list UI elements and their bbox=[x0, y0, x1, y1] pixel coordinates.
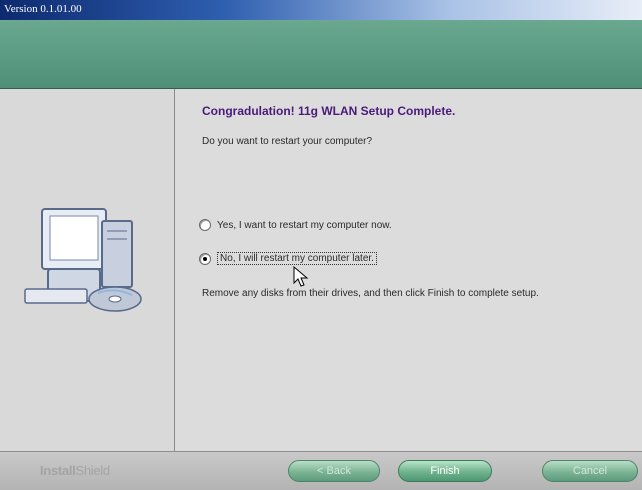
finish-instructions: Remove any disks from their drives, and … bbox=[202, 288, 539, 299]
finish-button[interactable]: Finish bbox=[398, 460, 492, 482]
header-banner bbox=[0, 20, 642, 89]
installshield-logo: InstallShield bbox=[40, 463, 110, 478]
left-graphic-panel bbox=[0, 89, 175, 451]
window-title: Version 0.1.01.00 bbox=[4, 3, 82, 15]
restart-question: Do you want to restart your computer? bbox=[202, 136, 373, 147]
page-heading: Congradulation! 11g WLAN Setup Complete. bbox=[202, 104, 456, 118]
radio-button-icon[interactable] bbox=[199, 219, 211, 231]
radio-restart-later[interactable]: No, I will restart my computer later. bbox=[199, 252, 377, 265]
radio-label: Yes, I want to restart my computer now. bbox=[217, 219, 392, 231]
radio-restart-now[interactable]: Yes, I want to restart my computer now. bbox=[199, 219, 392, 231]
cancel-button[interactable]: Cancel bbox=[542, 460, 638, 482]
cd-disk-icon bbox=[88, 286, 142, 312]
mouse-cursor-icon bbox=[293, 266, 309, 287]
back-button[interactable]: < Back bbox=[288, 460, 380, 482]
computer-illustration bbox=[24, 208, 142, 312]
title-bar: Version 0.1.01.00 bbox=[0, 0, 642, 20]
radio-button-selected-icon[interactable] bbox=[199, 252, 211, 265]
radio-label: No, I will restart my computer later. bbox=[217, 252, 377, 265]
